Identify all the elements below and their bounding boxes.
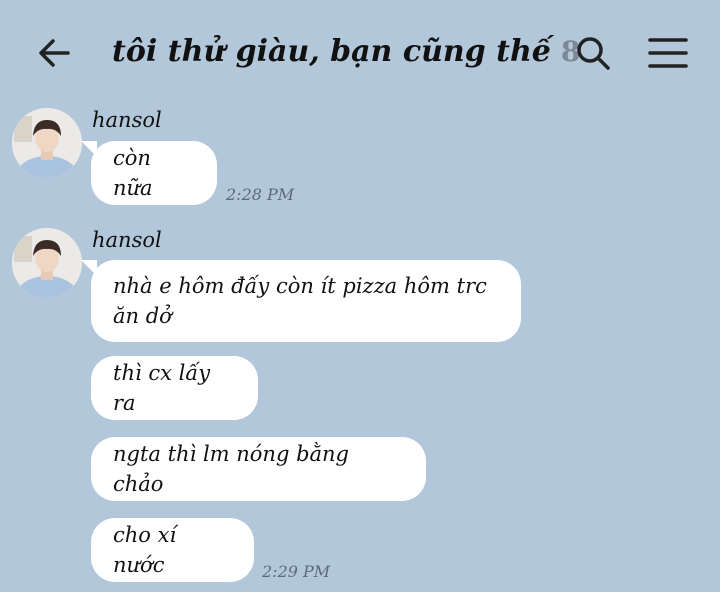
- avatar-image: [12, 108, 82, 178]
- avatar-image: [12, 228, 82, 298]
- search-icon[interactable]: [574, 34, 612, 72]
- message-bubble[interactable]: còn nữa: [81, 141, 217, 205]
- back-arrow-icon[interactable]: [36, 34, 74, 72]
- menu-icon[interactable]: [648, 36, 688, 70]
- sender-name: hansol: [92, 108, 162, 132]
- message-time: 2:29 PM: [262, 562, 331, 581]
- message-bubble[interactable]: thì cx lấy ra: [91, 356, 258, 420]
- message-bubble[interactable]: nhà e hôm đấy còn ít pizza hôm trc ăn dở: [81, 260, 521, 342]
- message-bubble[interactable]: ngta thì lm nóng bằng chảo: [91, 437, 426, 501]
- chat-title-text: tôi thử giàu, bạn cũng thế: [112, 34, 551, 69]
- chat-title: tôi thử giàu, bạn cũng thế 8: [112, 28, 580, 76]
- message-time: 2:28 PM: [226, 185, 295, 204]
- avatar[interactable]: [12, 108, 82, 178]
- chat-header: tôi thử giàu, bạn cũng thế 8: [0, 0, 720, 100]
- message-bubble[interactable]: cho xí nước: [91, 518, 254, 582]
- avatar[interactable]: [12, 228, 82, 298]
- sender-name: hansol: [92, 228, 162, 252]
